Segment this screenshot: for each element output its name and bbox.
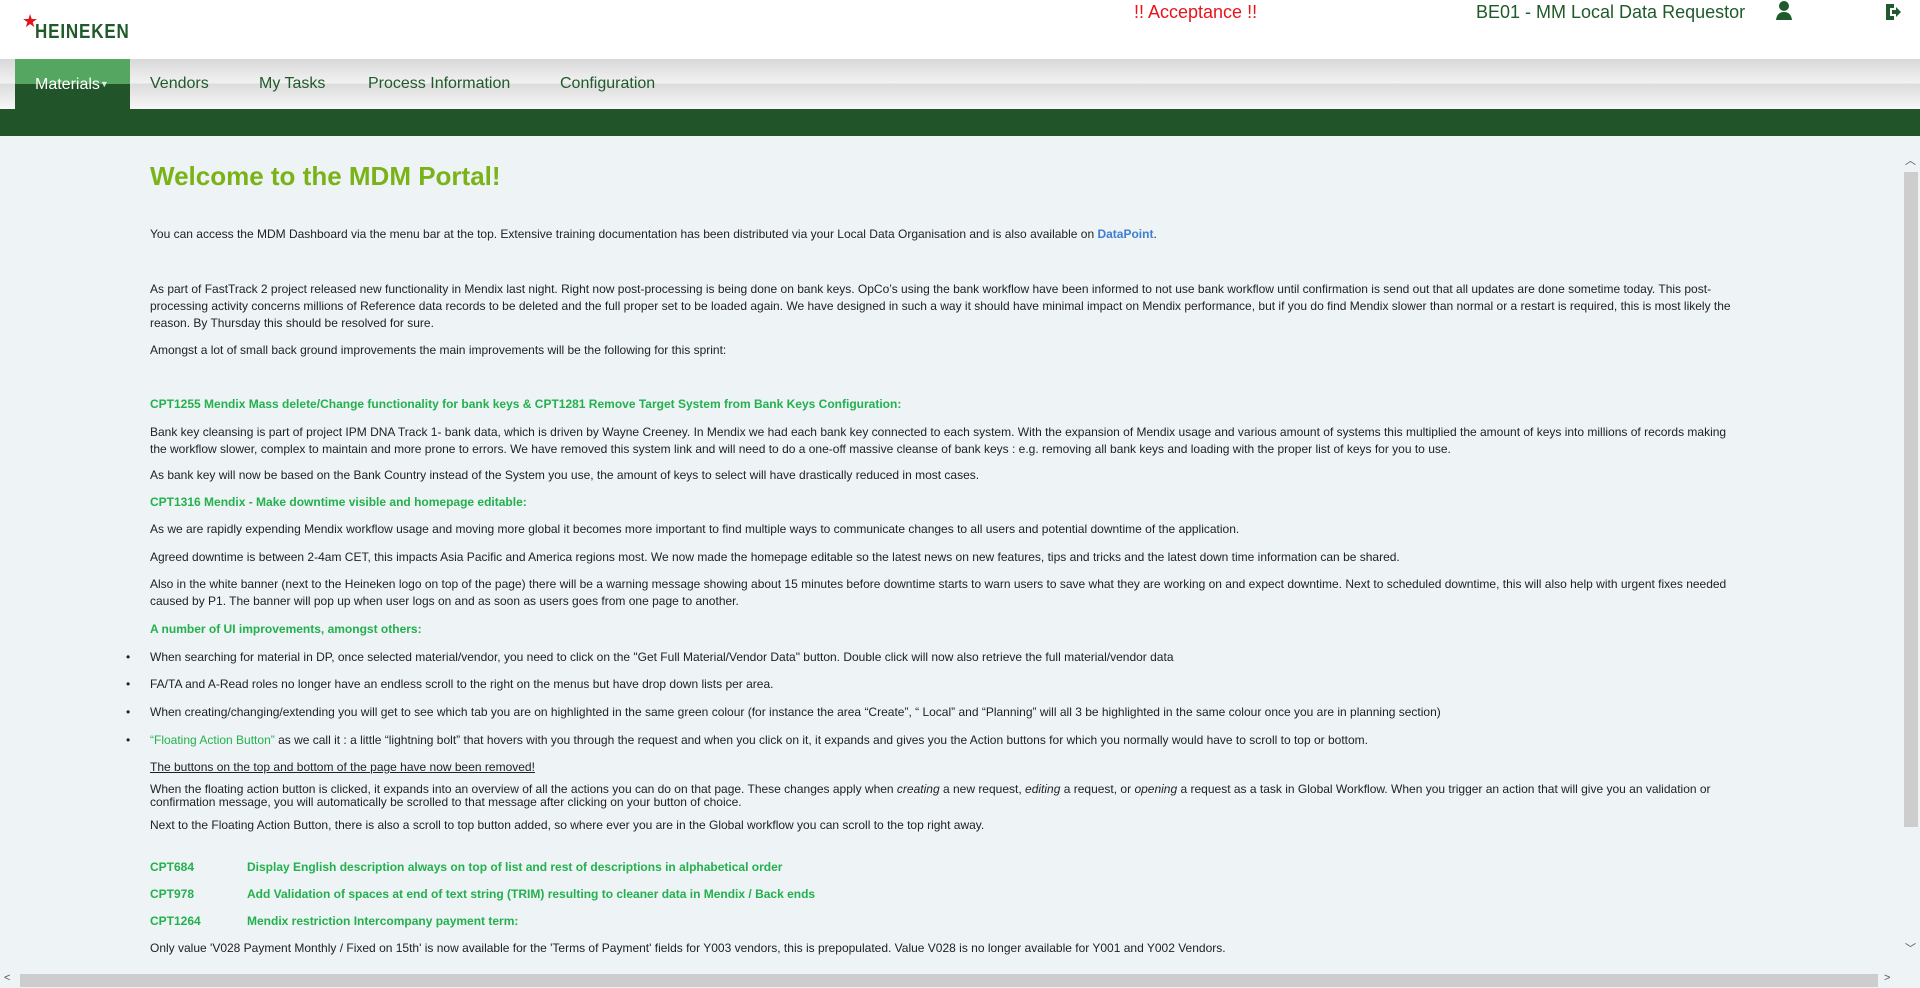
list-item: • FA/TA and A-Read roles no longer have a… [126,676,1740,693]
cpt-code: CPT684 [150,860,195,874]
nav-label: My Tasks [259,75,326,92]
fab-paragraph: When the floating action button is click… [150,783,1740,809]
heading-text: CPT1255 Mendix Mass delete/Change functi… [150,397,898,411]
scroll-up-icon[interactable]: ︿ [1905,152,1916,168]
scroll-top-paragraph: Next to the Floating Action Button, ther… [150,818,985,832]
intro-body: You can access the MDM Dashboard via the… [150,227,1098,241]
cpt1316-heading: CPT1316 Mendix - Make downtime visible a… [150,495,527,509]
fab-text: editing [1025,782,1061,796]
fab-text: a new request, [939,782,1026,796]
cpt-code: CPT978 [150,887,195,901]
logo-text: HEINEKEN [35,21,130,43]
scroll-left-icon[interactable]: < [4,972,10,984]
bullet-icon: • [126,733,131,747]
horizontal-scroll-thumb[interactable] [20,974,1878,987]
nav-process-information[interactable]: Process Information [364,59,514,109]
cpt-item: CPT684 Display English description always… [150,859,1740,876]
intro-end: . [1153,227,1157,241]
list-item: • “Floating Action Button” as we call it … [126,732,1740,749]
nav-configuration[interactable]: Configuration [556,59,659,109]
top-banner: ★ HEINEKEN !! Acceptance !! BE01 - MM Lo… [0,0,1920,59]
nav-vendors[interactable]: Vendors [146,59,213,109]
environment-banner: !! Acceptance !! [1134,2,1258,22]
payment-term-paragraph: Only value 'V028 Payment Monthly / Fixed… [150,941,1226,955]
list-item: • When searching for material in DP, once… [126,649,1740,666]
nav-label: Process Information [368,75,511,92]
buttons-removed-note: The buttons on the top and bottom of the… [150,760,535,774]
downtime-paragraph: As we are rapidly expending Mendix workf… [150,522,1240,536]
fab-text: creating [896,782,940,796]
page-title: Welcome to the MDM Portal! [150,161,501,191]
fab-text: When the floating action button is click… [150,782,897,796]
intro-text: You can access the MDM Dashboard via the… [150,226,1740,243]
cpt-item: CPT1264 Mendix restriction Intercompany p… [150,913,1740,930]
list-item-text: as we call it : a little “lightning bolt… [274,733,1368,747]
cpt-code: CPT1264 [150,914,201,928]
fasttrack-paragraph: As part of FastTrack 2 project released … [150,282,1731,330]
nav-label: Materials [35,76,100,93]
user-icon[interactable] [1774,0,1794,22]
ui-improvements-heading: A number of UI improvements, amongst oth… [150,622,422,636]
cpt1255-heading: CPT1255 Mendix Mass delete/Change functi… [150,396,1740,413]
nav-materials[interactable]: Materials▼ [15,59,130,109]
fab-label: “Floating Action Button” [150,733,275,747]
banner-paragraph: Also in the white banner (next to the He… [150,577,1727,608]
nav-label: Configuration [560,75,656,92]
nav-my-tasks[interactable]: My Tasks [255,59,329,109]
bank-country-paragraph: As bank key will now be based on the Ban… [150,468,980,482]
agreed-downtime-paragraph: Agreed downtime is between 2-4am CET, th… [150,550,1400,564]
cpt-item: CPT978 Add Validation of spaces at end of… [150,886,1740,903]
bullet-icon: • [126,677,131,691]
scroll-right-icon[interactable]: > [1884,972,1890,984]
scroll-down-icon[interactable]: ﹀ [1905,940,1916,956]
list-item-text: When searching for material in DP, once … [150,650,1174,664]
fab-text: opening [1134,782,1178,796]
list-item-text: When creating/changing/extending you wil… [150,705,1441,719]
bank-key-paragraph: Bank key cleansing is part of project IP… [150,425,1727,456]
nav-label: Vendors [150,75,209,92]
vertical-scroll-thumb[interactable] [1904,172,1918,827]
list-item-text: FA/TA and A-Read roles no longer have an… [150,677,774,691]
bullet-icon: • [126,650,131,664]
bullet-icon: • [126,705,131,719]
datapoint-link[interactable]: DataPoint [1097,227,1153,241]
menu-band [0,109,1920,136]
caret-down-icon: ▼ [99,79,109,89]
heading-colon: : [897,397,902,411]
sprint-intro: Amongst a lot of small back ground impro… [150,343,727,357]
list-item: • When creating/changing/extending you wi… [126,704,1740,721]
cpt-text: Mendix restriction Intercompany payment … [247,914,519,928]
cpt-text: Display English description always on to… [247,860,783,874]
cpt-text: Add Validation of spaces at end of text … [247,887,816,901]
fab-text: a request, or [1060,782,1135,796]
user-role: BE01 - MM Local Data Requestor [1476,2,1746,22]
main-menu: Materials▼ Vendors My Tasks Process Info… [0,59,1920,109]
logout-icon[interactable] [1884,2,1902,22]
